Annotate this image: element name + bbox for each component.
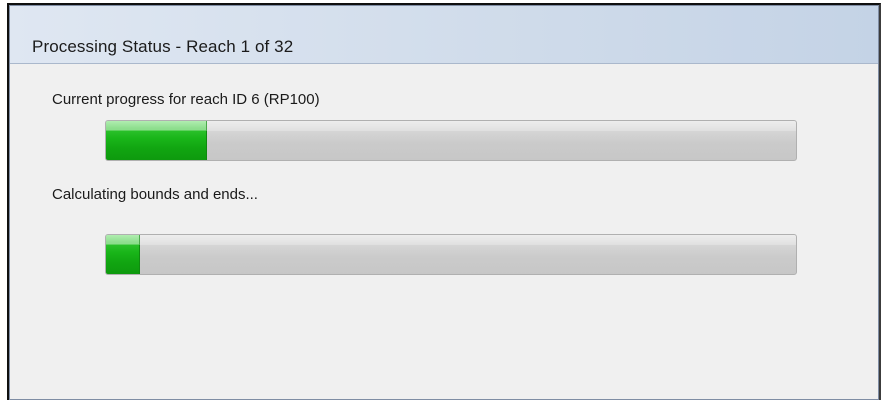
dialog-title: Processing Status - Reach 1 of 32 <box>32 37 294 56</box>
secondary-progress-label: Calculating bounds and ends... <box>52 186 258 203</box>
secondary-progress-shine <box>106 235 796 245</box>
secondary-progress-bar <box>105 234 797 275</box>
primary-progress-label: Current progress for reach ID 6 (RP100) <box>52 91 320 108</box>
dialog-content: Current progress for reach ID 6 (RP100) … <box>10 64 878 399</box>
primary-progress-shine <box>106 121 796 131</box>
title-bar[interactable]: Processing Status - Reach 1 of 32 <box>10 6 878 64</box>
desktop-edge <box>0 0 7 404</box>
primary-progress-bar <box>105 120 797 161</box>
screen: Processing Status - Reach 1 of 32 Curren… <box>0 0 881 404</box>
processing-status-dialog: Processing Status - Reach 1 of 32 Curren… <box>9 5 879 400</box>
